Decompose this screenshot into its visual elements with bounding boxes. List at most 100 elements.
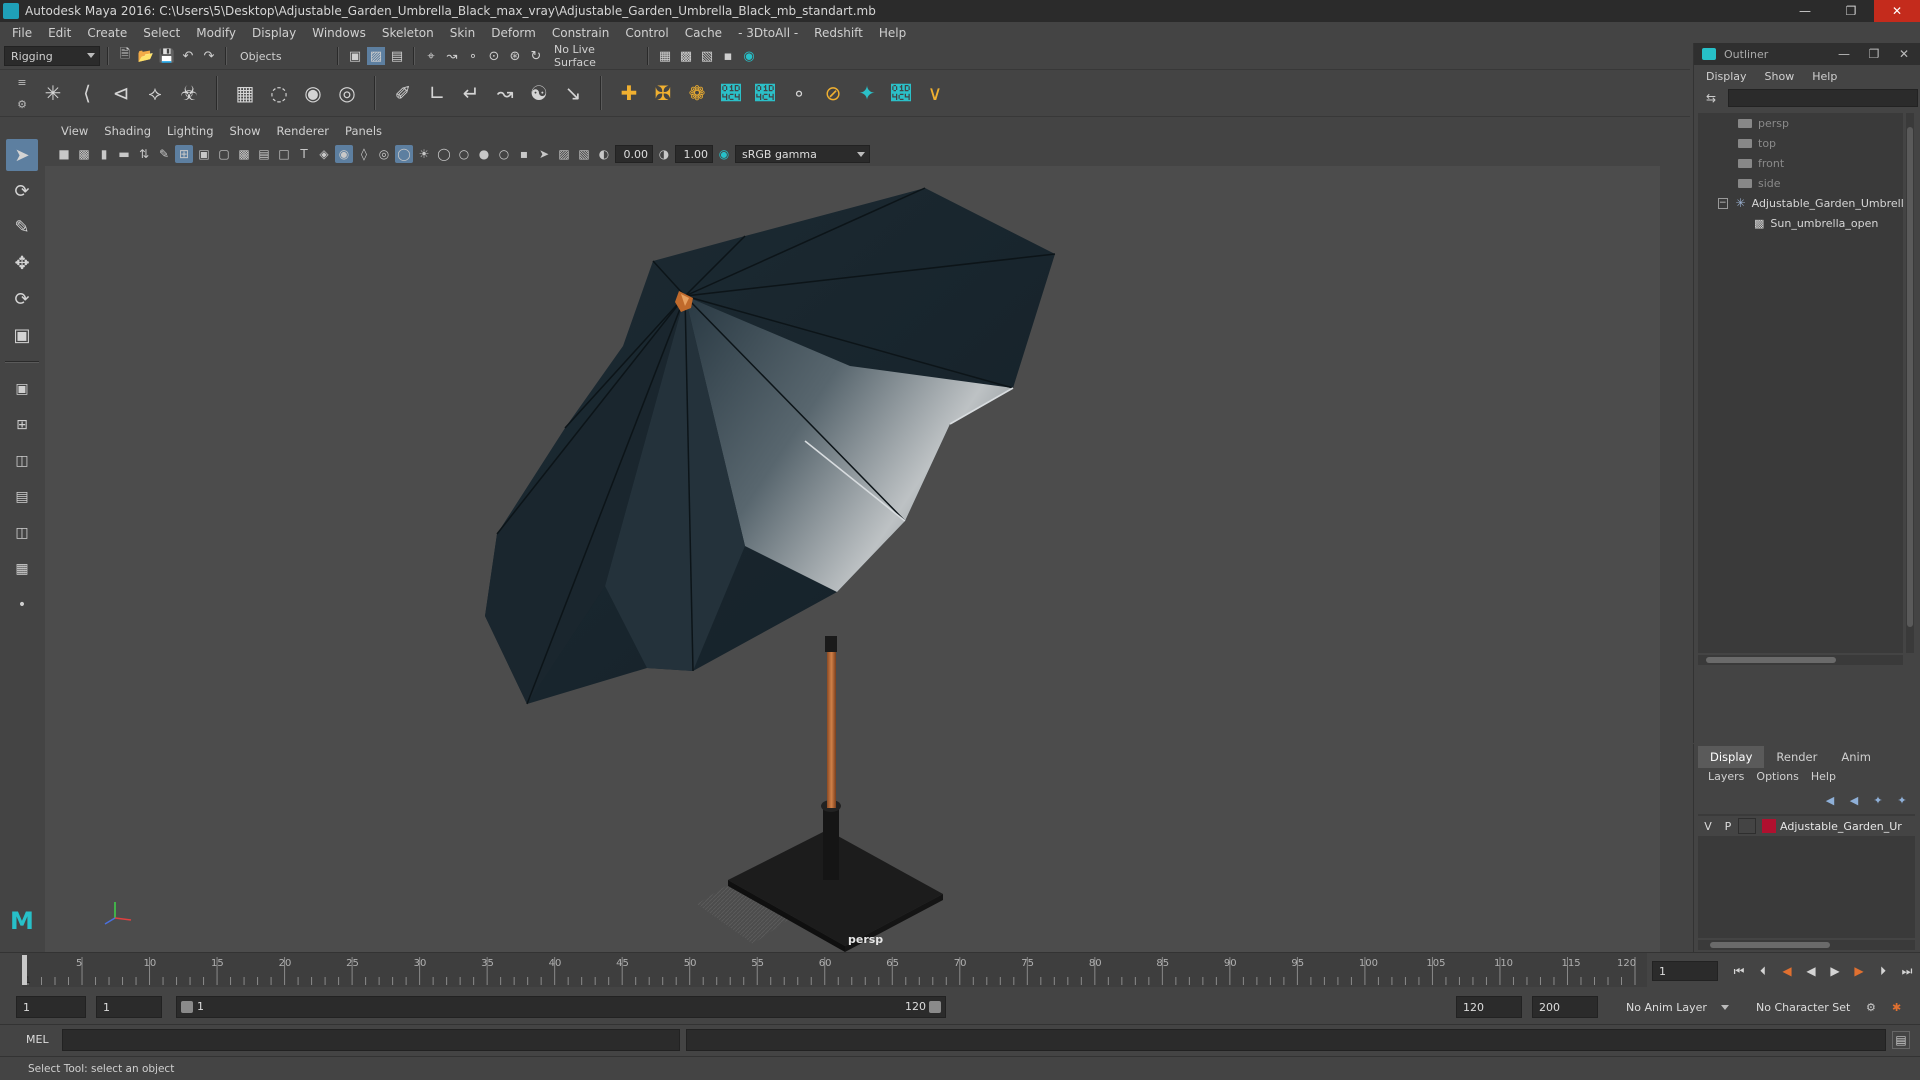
range-end-handle[interactable]: [929, 1001, 941, 1013]
snap-point-icon[interactable]: ∘: [464, 47, 482, 65]
snap-curve-icon[interactable]: ↝: [443, 47, 461, 65]
layer-menu-options[interactable]: Options: [1756, 770, 1798, 783]
ipr-render-icon[interactable]: ▧: [698, 47, 716, 65]
depth-of-field-icon[interactable]: ○: [495, 145, 513, 163]
restore-button[interactable]: ❐: [1828, 0, 1874, 22]
redo-icon[interactable]: ↷: [200, 47, 218, 65]
range-bar[interactable]: 1 120: [176, 996, 946, 1018]
step-forward-key-icon[interactable]: ⏵: [1872, 961, 1894, 981]
joint-tool-icon[interactable]: ✳: [36, 76, 70, 110]
live-surface-field[interactable]: No Live Surface: [548, 43, 640, 69]
point-constraint-icon[interactable]: ✚: [612, 76, 646, 110]
outliner-minimize-button[interactable]: —: [1829, 43, 1859, 65]
select-camera-icon[interactable]: ■: [55, 145, 73, 163]
menu-select[interactable]: Select: [135, 26, 188, 40]
2d-pan-zoom-icon[interactable]: ⇅: [135, 145, 153, 163]
select-hierarchy-icon[interactable]: ▣: [346, 47, 364, 65]
save-scene-icon[interactable]: 💾: [158, 47, 176, 65]
persp-graph-layout-icon[interactable]: ◫: [6, 519, 38, 547]
move-layer-down-icon[interactable]: ◀: [1844, 792, 1864, 808]
bind-skin-icon[interactable]: ✐: [386, 76, 420, 110]
wireframe-on-shaded-icon[interactable]: ◊: [355, 145, 373, 163]
menu-modify[interactable]: Modify: [188, 26, 244, 40]
viewport-menu-lighting[interactable]: Lighting: [159, 124, 221, 138]
insert-joint-icon[interactable]: ⟨: [70, 76, 104, 110]
anti-aliasing-icon[interactable]: ●: [475, 145, 493, 163]
play-forward-icon[interactable]: ▶: [1824, 961, 1846, 981]
time-slider-track[interactable]: 5 10 15 20 25 30 35 40 45 50 55 60 65 70 75 80 85 90 95 100…: [22, 953, 1647, 987]
exposure-field[interactable]: 0.00: [615, 145, 653, 163]
gate-mask-icon[interactable]: ▩: [235, 145, 253, 163]
outliner-item-persp[interactable]: persp: [1698, 113, 1903, 133]
menu-control[interactable]: Control: [617, 26, 676, 40]
outliner-vertical-scrollbar[interactable]: [1906, 113, 1914, 653]
viewport-menu-view[interactable]: View: [53, 124, 96, 138]
outliner-menu-help[interactable]: Help: [1812, 70, 1837, 83]
close-button[interactable]: ✕: [1874, 0, 1920, 22]
grid-icon[interactable]: ⊞: [175, 145, 193, 163]
ik-handle-icon[interactable]: ☣: [172, 76, 206, 110]
blend-shape-icon[interactable]: ☯: [522, 76, 556, 110]
minimize-button[interactable]: —: [1782, 0, 1828, 22]
field-chart-icon[interactable]: ▤: [255, 145, 273, 163]
menu-help[interactable]: Help: [871, 26, 914, 40]
undo-icon[interactable]: ↶: [179, 47, 197, 65]
xray-joints-icon[interactable]: ▨: [555, 145, 573, 163]
hik-character-icon[interactable]: 𝓄: [748, 76, 782, 110]
pole-vector-icon[interactable]: ✦: [850, 76, 884, 110]
menu-skin[interactable]: Skin: [442, 26, 484, 40]
film-gate-icon[interactable]: ▣: [195, 145, 213, 163]
paint-weights-icon[interactable]: ∟: [420, 76, 454, 110]
layer-playback-toggle[interactable]: P: [1718, 820, 1738, 833]
collapse-icon[interactable]: −: [1718, 197, 1728, 209]
move-tool-icon[interactable]: ✥: [6, 247, 38, 279]
menu-3dtoall[interactable]: - 3DtoAll -: [730, 26, 806, 40]
selection-handle-icon[interactable]: ∘: [782, 76, 816, 110]
outliner-search-input[interactable]: [1728, 89, 1918, 107]
outliner-menu-show[interactable]: Show: [1765, 70, 1795, 83]
step-back-key-icon[interactable]: ⏴: [1752, 961, 1774, 981]
range-start-handle[interactable]: [181, 1001, 193, 1013]
render-current-icon[interactable]: ▩: [677, 47, 695, 65]
menu-cache[interactable]: Cache: [677, 26, 730, 40]
outliner-restore-button[interactable]: ❐: [1859, 43, 1889, 65]
snap-view-icon[interactable]: ⊙: [485, 47, 503, 65]
viewport-menu-show[interactable]: Show: [222, 124, 269, 138]
new-layer-from-selection-icon[interactable]: ✦: [1892, 792, 1912, 808]
hik-icon[interactable]: 𝓄: [714, 76, 748, 110]
cluster-icon[interactable]: ◌: [262, 76, 296, 110]
shelf-settings-icon[interactable]: ⚙: [17, 98, 27, 111]
camera-attributes-icon[interactable]: ▩: [75, 145, 93, 163]
xray-icon[interactable]: ➤: [535, 145, 553, 163]
persp-outliner-layout-icon[interactable]: ▤: [6, 483, 38, 511]
scale-tool-icon[interactable]: ▣: [6, 319, 38, 351]
paint-select-tool-icon[interactable]: ✎: [6, 211, 38, 243]
gamma-icon[interactable]: ◑: [655, 145, 673, 163]
menu-create[interactable]: Create: [79, 26, 135, 40]
aim-constraint-icon[interactable]: ✠: [646, 76, 680, 110]
menu-display[interactable]: Display: [244, 26, 304, 40]
layer-menu-help[interactable]: Help: [1811, 770, 1836, 783]
persp-hypershade-layout-icon[interactable]: ▦: [6, 555, 38, 583]
go-to-end-icon[interactable]: ⏭: [1896, 961, 1918, 981]
playback-end-field[interactable]: 120: [1456, 996, 1522, 1018]
playback-start-field[interactable]: 1: [96, 996, 162, 1018]
parent-constraint-icon[interactable]: ⊘: [816, 76, 850, 110]
hypershade-icon[interactable]: ◉: [740, 47, 758, 65]
outliner-item-mesh[interactable]: ▩ Sun_umbrella_open: [1698, 213, 1903, 233]
select-mode-dropdown[interactable]: Objects: [234, 46, 330, 66]
scrollbar-thumb[interactable]: [1710, 942, 1830, 948]
layer-horizontal-scrollbar[interactable]: [1698, 940, 1915, 950]
human-ik-icon[interactable]: 𝓄: [884, 76, 918, 110]
anim-layer-dropdown[interactable]: No Anim Layer: [1622, 996, 1744, 1018]
select-component-icon[interactable]: ▤: [388, 47, 406, 65]
gamma-field[interactable]: 1.00: [675, 145, 713, 163]
lattice-icon[interactable]: ▦: [228, 76, 262, 110]
new-scene-icon[interactable]: 🗎: [116, 47, 134, 65]
shelf-options[interactable]: ≡ ⚙: [8, 71, 36, 115]
auto-key-icon[interactable]: ⚙: [1862, 996, 1884, 1018]
menuset-dropdown[interactable]: Rigging: [4, 46, 100, 66]
menu-edit[interactable]: Edit: [40, 26, 79, 40]
resolution-gate-icon[interactable]: ▢: [215, 145, 233, 163]
shadows-icon[interactable]: ☀: [415, 145, 433, 163]
